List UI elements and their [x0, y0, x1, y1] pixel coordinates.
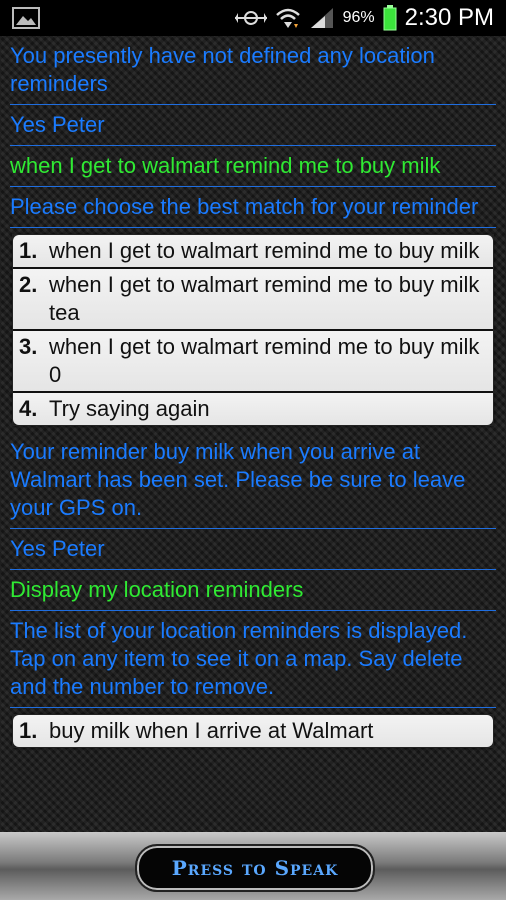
choice-text: when I get to walmart remind me to buy m…	[49, 238, 480, 263]
choice-number: 4.	[19, 396, 38, 421]
assistant-message: You presently have not defined any locat…	[10, 36, 496, 105]
choice-item[interactable]: 1. when I get to walmart remind me to bu…	[13, 235, 493, 267]
assistant-message: Yes Peter	[10, 529, 496, 570]
choice-text: when I get to walmart remind me to buy m…	[49, 272, 480, 325]
reminder-number: 1.	[19, 718, 38, 743]
assistant-message: The list of your location reminders is d…	[10, 611, 496, 708]
choice-text: when I get to walmart remind me to buy m…	[49, 334, 480, 387]
bottom-bar: Press to Speak	[0, 832, 506, 900]
wifi-icon	[275, 8, 300, 28]
reminder-text: buy milk when I arrive at Walmart	[49, 718, 374, 743]
choice-number: 3.	[19, 334, 38, 359]
reminder-item[interactable]: 1. buy milk when I arrive at Walmart	[13, 715, 493, 747]
choice-number: 2.	[19, 272, 38, 297]
status-bar: 96% 2:30 PM	[0, 0, 506, 36]
press-to-speak-button[interactable]: Press to Speak	[135, 844, 375, 892]
user-message: Display my location reminders	[10, 570, 496, 611]
battery-percent: 96%	[342, 9, 375, 26]
clock-time: 2:30 PM	[404, 4, 494, 31]
assistant-message: Yes Peter	[10, 105, 496, 146]
network-icon	[234, 11, 267, 25]
battery-icon	[383, 5, 397, 31]
image-icon	[12, 7, 40, 29]
choice-number: 1.	[19, 238, 38, 263]
user-message: when I get to walmart remind me to buy m…	[10, 146, 496, 187]
conversation-area[interactable]: You presently have not defined any locat…	[0, 36, 506, 832]
reminder-list: 1. buy milk when I arrive at Walmart	[12, 714, 494, 748]
choice-text: Try saying again	[49, 396, 210, 421]
match-choice-list: 1. when I get to walmart remind me to bu…	[12, 234, 494, 426]
choice-item[interactable]: 2. when I get to walmart remind me to bu…	[13, 267, 493, 329]
assistant-message: Your reminder buy milk when you arrive a…	[10, 432, 496, 529]
choice-item[interactable]: 4. Try saying again	[13, 391, 493, 425]
choice-item[interactable]: 3. when I get to walmart remind me to bu…	[13, 329, 493, 391]
assistant-message: Please choose the best match for your re…	[10, 187, 496, 228]
signal-icon	[310, 8, 333, 28]
